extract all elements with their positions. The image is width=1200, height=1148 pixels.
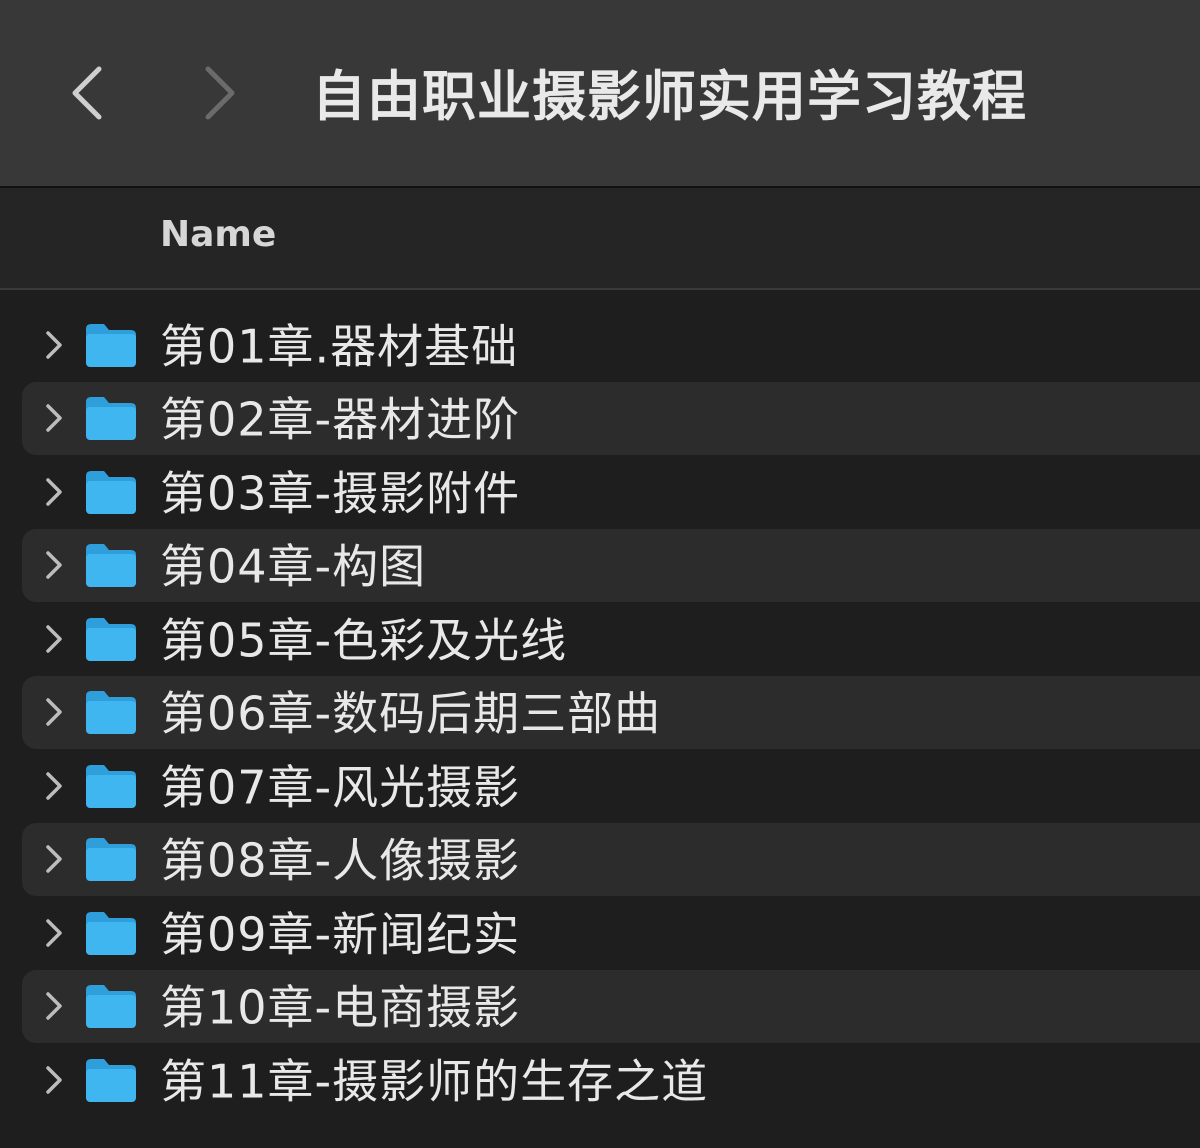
disclosure-chevron-icon[interactable] — [42, 476, 66, 508]
disclosure-chevron-icon[interactable] — [42, 623, 66, 655]
folder-icon — [86, 544, 136, 588]
chevron-right-icon — [205, 66, 235, 120]
list-item-label: 第08章-人像摄影 — [160, 833, 521, 888]
list-item[interactable]: 第03章-摄影附件 — [22, 455, 1200, 529]
column-header-name[interactable]: Name — [160, 214, 276, 255]
list-item[interactable]: 第07章-风光摄影 — [22, 749, 1200, 823]
window-toolbar: 自由职业摄影师实用学习教程 — [0, 0, 1200, 188]
forward-button[interactable] — [195, 58, 245, 128]
list-item[interactable]: 第11章-摄影师的生存之道 — [22, 1043, 1200, 1117]
list-item-label: 第02章-器材进阶 — [160, 392, 521, 447]
disclosure-chevron-icon[interactable] — [42, 402, 66, 434]
window-title: 自由职业摄影师实用学习教程 — [312, 65, 1027, 128]
list-item[interactable]: 第01章.器材基础 — [22, 308, 1200, 382]
folder-icon — [86, 838, 136, 882]
disclosure-chevron-icon[interactable] — [42, 549, 66, 581]
list-item-label: 第09章-新闻纪实 — [160, 907, 521, 962]
list-item-label: 第05章-色彩及光线 — [160, 613, 568, 668]
list-item[interactable]: 第10章-电商摄影 — [22, 969, 1200, 1043]
list-item-label: 第07章-风光摄影 — [160, 760, 521, 815]
chevron-left-icon — [72, 66, 102, 120]
folder-icon — [86, 323, 136, 367]
folder-icon — [86, 617, 136, 661]
folder-icon — [86, 764, 136, 808]
list-item-label: 第03章-摄影附件 — [160, 466, 521, 521]
list-item-label: 第01章.器材基础 — [160, 319, 519, 374]
list-item-label: 第04章-构图 — [160, 539, 427, 594]
back-button[interactable] — [62, 58, 112, 128]
folder-icon — [86, 1058, 136, 1102]
list-header: Name — [0, 188, 1200, 290]
folder-icon — [86, 911, 136, 955]
list-item[interactable]: 第08章-人像摄影 — [22, 822, 1200, 896]
list-item-label: 第06章-数码后期三部曲 — [160, 686, 662, 741]
disclosure-chevron-icon[interactable] — [42, 770, 66, 802]
list-item[interactable]: 第06章-数码后期三部曲 — [22, 675, 1200, 749]
list-item[interactable]: 第02章-器材进阶 — [22, 381, 1200, 455]
list-item[interactable]: 第04章-构图 — [22, 528, 1200, 602]
folder-icon — [86, 397, 136, 441]
disclosure-chevron-icon[interactable] — [42, 696, 66, 728]
list-item[interactable]: 第05章-色彩及光线 — [22, 602, 1200, 676]
folder-icon — [86, 470, 136, 514]
disclosure-chevron-icon[interactable] — [42, 917, 66, 949]
disclosure-chevron-icon[interactable] — [42, 990, 66, 1022]
disclosure-chevron-icon[interactable] — [42, 843, 66, 875]
disclosure-chevron-icon[interactable] — [42, 1064, 66, 1096]
list-item-label: 第10章-电商摄影 — [160, 980, 521, 1035]
list-item-label: 第11章-摄影师的生存之道 — [160, 1054, 709, 1109]
folder-icon — [86, 691, 136, 735]
folder-icon — [86, 985, 136, 1029]
disclosure-chevron-icon[interactable] — [42, 329, 66, 361]
list-item[interactable]: 第09章-新闻纪实 — [22, 896, 1200, 970]
